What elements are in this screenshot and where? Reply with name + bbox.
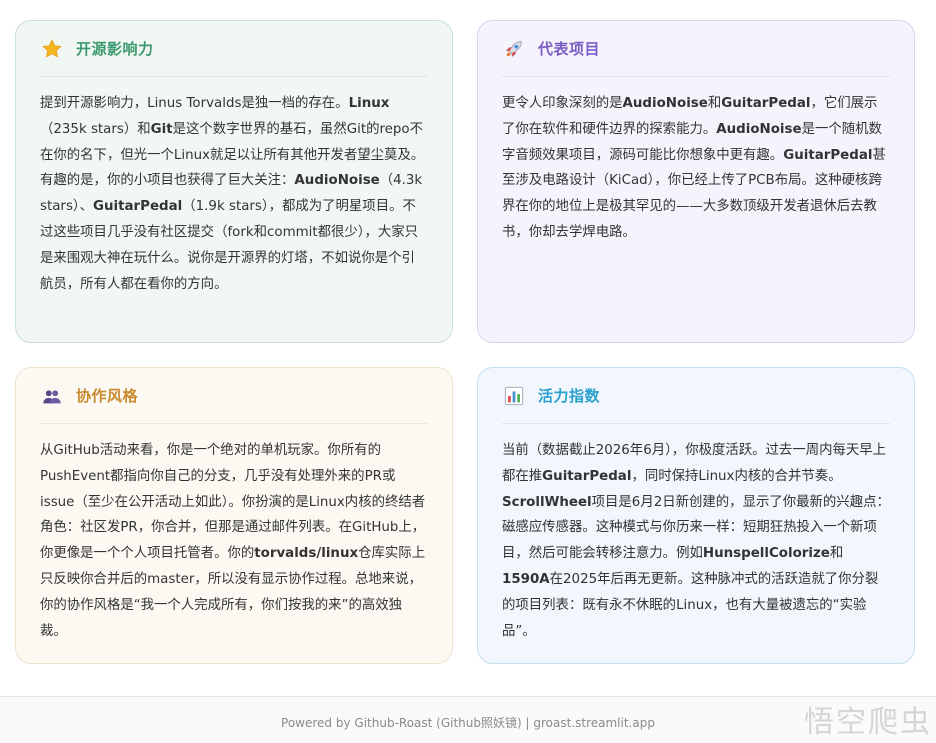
card-body: 当前（数据截止2026年6月），你极度活跃。过去一周内每天早上都在推Guitar… bbox=[502, 424, 890, 644]
card-title: 代表项目 bbox=[538, 40, 601, 58]
card-header: 代表项目 bbox=[502, 21, 890, 77]
highlight-text: GuitarPedal bbox=[93, 199, 183, 215]
card-representative-projects: 代表项目 更令人印象深刻的是AudioNoise和GuitarPedal，它们展… bbox=[477, 20, 915, 343]
highlight-text: torvalds/linux bbox=[254, 546, 359, 562]
highlight-text: GuitarPedal bbox=[721, 96, 811, 111]
body-text: （235k stars）和 bbox=[40, 121, 151, 137]
highlight-text: AudioNoise bbox=[294, 173, 380, 189]
body-text: 和 bbox=[829, 546, 844, 562]
people-icon bbox=[40, 384, 64, 408]
highlight-text: AudioNoise bbox=[622, 96, 708, 111]
body-text: 更令人印象深刻的是 bbox=[502, 96, 623, 111]
body-text: 和 bbox=[707, 96, 722, 111]
card-header: 活力指数 bbox=[502, 368, 890, 424]
card-body: 从GitHub活动来看，你是一个绝对的单机玩家。你所有的PushEvent都指向… bbox=[40, 424, 428, 644]
footer: Powered by Github-Roast (Github照妖镜) | gr… bbox=[0, 696, 936, 743]
card-collaboration-style: 协作风格 从GitHub活动来看，你是一个绝对的单机玩家。你所有的PushEve… bbox=[15, 367, 453, 664]
highlight-text: ScrollWheel bbox=[502, 494, 592, 510]
card-title: 开源影响力 bbox=[76, 40, 154, 58]
body-text: 在2025年后再无更新。这种脉冲式的活跃造就了你分裂的项目列表：既有永不休眠的L… bbox=[502, 571, 879, 639]
rocket-icon bbox=[502, 37, 526, 61]
card-activity-index: 活力指数 当前（数据截止2026年6月），你极度活跃。过去一周内每天早上都在推G… bbox=[477, 367, 915, 664]
highlight-text: AudioNoise bbox=[716, 121, 802, 137]
card-title: 活力指数 bbox=[538, 387, 601, 405]
highlight-text: 1590A bbox=[502, 571, 550, 587]
footer-text: Powered by Github-Roast (Github照妖镜) | gr… bbox=[281, 715, 655, 730]
highlight-text: GuitarPedal bbox=[783, 147, 873, 163]
highlight-text: Git bbox=[150, 121, 173, 137]
body-text: 从GitHub活动来看，你是一个绝对的单机玩家。你所有的PushEvent都指向… bbox=[40, 443, 426, 562]
highlight-text: GuitarPedal bbox=[542, 468, 632, 484]
card-header: 开源影响力 bbox=[40, 21, 428, 77]
body-text: ，同时保持Linux内核的合并节奏。 bbox=[631, 468, 842, 484]
card-body: 更令人印象深刻的是AudioNoise和GuitarPedal，它们展示了你在软… bbox=[502, 77, 890, 246]
card-body: 提到开源影响力，Linus Torvalds是独一档的存在。Linux （235k… bbox=[40, 77, 428, 297]
watermark: 悟空爬虫 bbox=[804, 705, 932, 740]
bar-chart-icon bbox=[502, 384, 526, 408]
body-text: 提到开源影响力，Linus Torvalds是独一档的存在。 bbox=[40, 96, 349, 111]
card-open-source-influence: 开源影响力 提到开源影响力，Linus Torvalds是独一档的存在。Linu… bbox=[15, 20, 453, 343]
star-icon bbox=[40, 37, 64, 61]
highlight-text: Linux bbox=[348, 96, 390, 111]
card-title: 协作风格 bbox=[76, 387, 139, 405]
card-header: 协作风格 bbox=[40, 368, 428, 424]
highlight-text: HunspellColorize bbox=[702, 546, 830, 562]
